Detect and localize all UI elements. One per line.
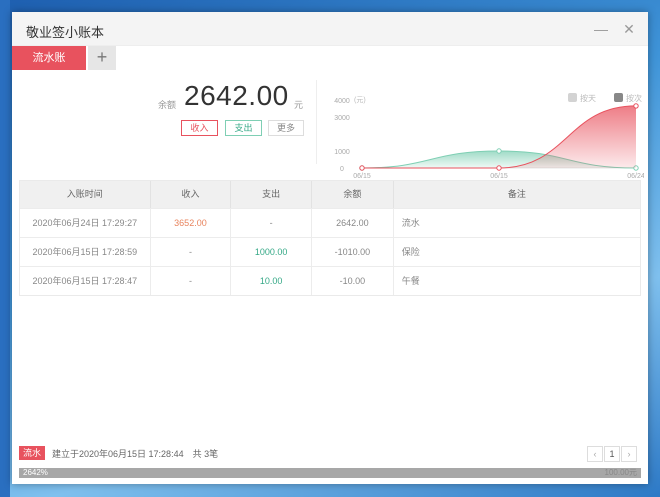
balance-summary: 余额 2642.00 元 收入 支出 更多 <box>152 80 312 160</box>
x-tick-label: 06/15 <box>490 173 508 180</box>
balance-chart: (元) 0 1000 3000 4000 06/15 06/15 06/24 按天 按次 <box>318 80 645 188</box>
records-table: 入账时间 收入 支出 余额 备注 2020年06月24日 17:29:27 36… <box>19 180 641 296</box>
table-row[interactable]: 2020年06月15日 17:28:47 - 10.00 -10.00 午餐 <box>20 266 640 295</box>
cell-income: 3652.00 <box>151 209 232 237</box>
cell-time: 2020年06月15日 17:28:47 <box>20 267 151 295</box>
tab-ledger[interactable]: 流水账 <box>12 46 86 70</box>
cell-balance: 2642.00 <box>312 209 394 237</box>
ledger-tag[interactable]: 流水 <box>19 446 46 460</box>
cell-note: 流水 <box>401 218 420 228</box>
income-button[interactable]: 收入 <box>181 120 218 136</box>
cell-income: - <box>151 238 232 266</box>
current-page[interactable]: 1 <box>604 446 620 462</box>
status-left-text: 2642% <box>23 468 48 477</box>
more-button[interactable]: 更多 <box>268 120 304 136</box>
expense-button[interactable]: 支出 <box>225 120 262 136</box>
y-unit-label: (元) <box>354 96 366 104</box>
status-progress <box>19 468 641 478</box>
chart-svg: (元) 0 1000 3000 4000 06/15 06/15 06/24 按天 按次 <box>334 93 645 180</box>
balance-unit: 元 <box>294 100 304 110</box>
header-time[interactable]: 入账时间 <box>20 181 151 208</box>
cell-income: - <box>151 267 232 295</box>
cell-balance: -10.00 <box>312 267 394 295</box>
header-balance[interactable]: 余额 <box>312 181 394 208</box>
x-tick-label: 06/24 <box>627 173 644 180</box>
table-row[interactable]: 2020年06月15日 17:28:59 - 1000.00 -1010.00 … <box>20 237 640 266</box>
cell-time: 2020年06月24日 17:29:27 <box>20 209 151 237</box>
legend-swatch <box>614 93 623 102</box>
data-point <box>633 103 639 109</box>
header-income[interactable]: 收入 <box>151 181 232 208</box>
table-row[interactable]: 2020年06月24日 17:29:27 3652.00 - 2642.00 流… <box>20 208 640 237</box>
legend-label: 按次 <box>626 93 642 103</box>
cell-note: 午餐 <box>401 276 420 286</box>
window-title: 敬业签小账本 <box>26 25 105 40</box>
app-window: 敬业签小账本 — ✕ 流水账 + 余额 2642.00 元 收入 支出 更多 (… <box>12 12 648 484</box>
cell-expense: - <box>231 209 313 237</box>
y-tick-label: 3000 <box>334 115 350 122</box>
header-note[interactable]: 备注 <box>394 181 640 208</box>
status-bar: 2642% 100.00元 <box>19 468 641 478</box>
next-page-button[interactable]: › <box>621 446 637 462</box>
data-point <box>496 165 502 171</box>
legend-label: 按天 <box>580 93 596 103</box>
created-info: 建立于2020年06月15日 17:28:44 共 3笔 <box>52 449 219 459</box>
legend-swatch <box>568 93 577 102</box>
status-right-text: 100.00元 <box>604 468 637 477</box>
y-tick-label: 1000 <box>334 149 350 156</box>
title-bar[interactable]: 敬业签小账本 — ✕ <box>12 12 648 46</box>
data-point <box>496 148 502 154</box>
prev-page-button[interactable]: ‹ <box>587 446 603 462</box>
footer: 流水 建立于2020年06月15日 17:28:44 共 3笔 ‹ 1 › <box>19 446 641 462</box>
cell-note: 保险 <box>401 247 420 257</box>
tab-bar: 流水账 + <box>12 46 648 70</box>
cell-time: 2020年06月15日 17:28:59 <box>20 238 151 266</box>
cell-balance: -1010.00 <box>312 238 394 266</box>
cell-expense: 10.00 <box>231 267 313 295</box>
minimize-button[interactable]: — <box>590 18 612 40</box>
header-expense[interactable]: 支出 <box>231 181 313 208</box>
x-tick-label: 06/15 <box>353 173 371 180</box>
add-tab-button[interactable]: + <box>88 46 116 70</box>
close-button[interactable]: ✕ <box>618 18 640 40</box>
table-header: 入账时间 收入 支出 余额 备注 <box>20 181 640 208</box>
desktop-background <box>0 0 10 497</box>
y-tick-label: 0 <box>340 166 344 173</box>
y-tick-label: 4000 <box>334 98 350 105</box>
balance-amount: 2642.00 <box>184 80 289 111</box>
cell-expense: 1000.00 <box>231 238 313 266</box>
divider <box>316 80 317 164</box>
data-point <box>359 165 365 171</box>
balance-label: 余额 <box>158 100 177 110</box>
